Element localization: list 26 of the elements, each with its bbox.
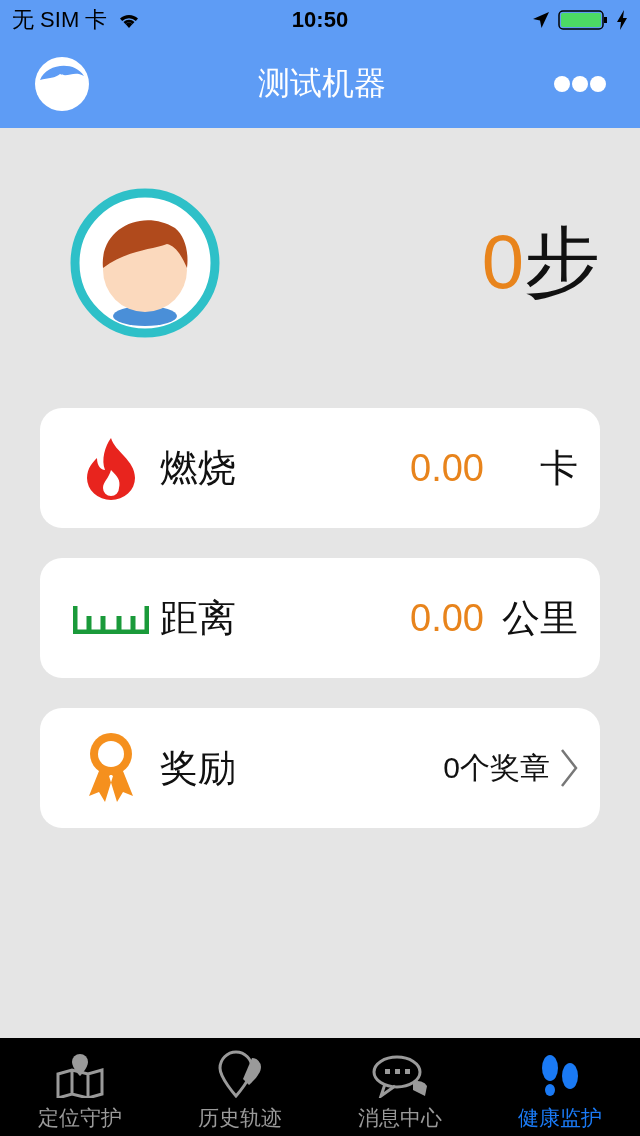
tab-item[interactable]: 历史轨迹: [160, 1038, 320, 1136]
step-count: 0步: [481, 217, 600, 306]
stat-value: 0.00: [410, 596, 484, 640]
stat-unit: 卡: [539, 445, 578, 491]
stat-card[interactable]: 奖励 0个奖章: [40, 708, 600, 828]
clock-time: 10:50: [290, 7, 350, 33]
tab-item[interactable]: 消息中心: [320, 1038, 480, 1136]
badge-count: 0个奖章: [443, 749, 550, 786]
carrier-text: 无 SIM 卡: [12, 6, 108, 34]
stat-label: 燃烧: [160, 445, 237, 491]
stat-label: 距离: [160, 595, 237, 641]
tab-item[interactable]: 定位守护: [0, 1038, 160, 1136]
charging-bolt-icon: [616, 9, 628, 31]
stat-value: 0.00: [410, 446, 484, 490]
avatar-icon[interactable]: [34, 56, 90, 112]
battery-icon: [558, 9, 608, 31]
nav-title: 测试机器: [258, 64, 386, 103]
more-icon[interactable]: [554, 75, 606, 93]
footprints-icon: [540, 1054, 580, 1098]
map-pin-icon: [54, 1054, 106, 1098]
chevron-icon: [560, 748, 578, 788]
tab-item[interactable]: 健康监护: [480, 1038, 640, 1136]
location-arrow-icon: [532, 11, 550, 29]
chat-bubbles-icon: [371, 1054, 429, 1098]
stat-unit: 公里: [502, 595, 578, 641]
stat-label: 奖励: [160, 745, 237, 791]
